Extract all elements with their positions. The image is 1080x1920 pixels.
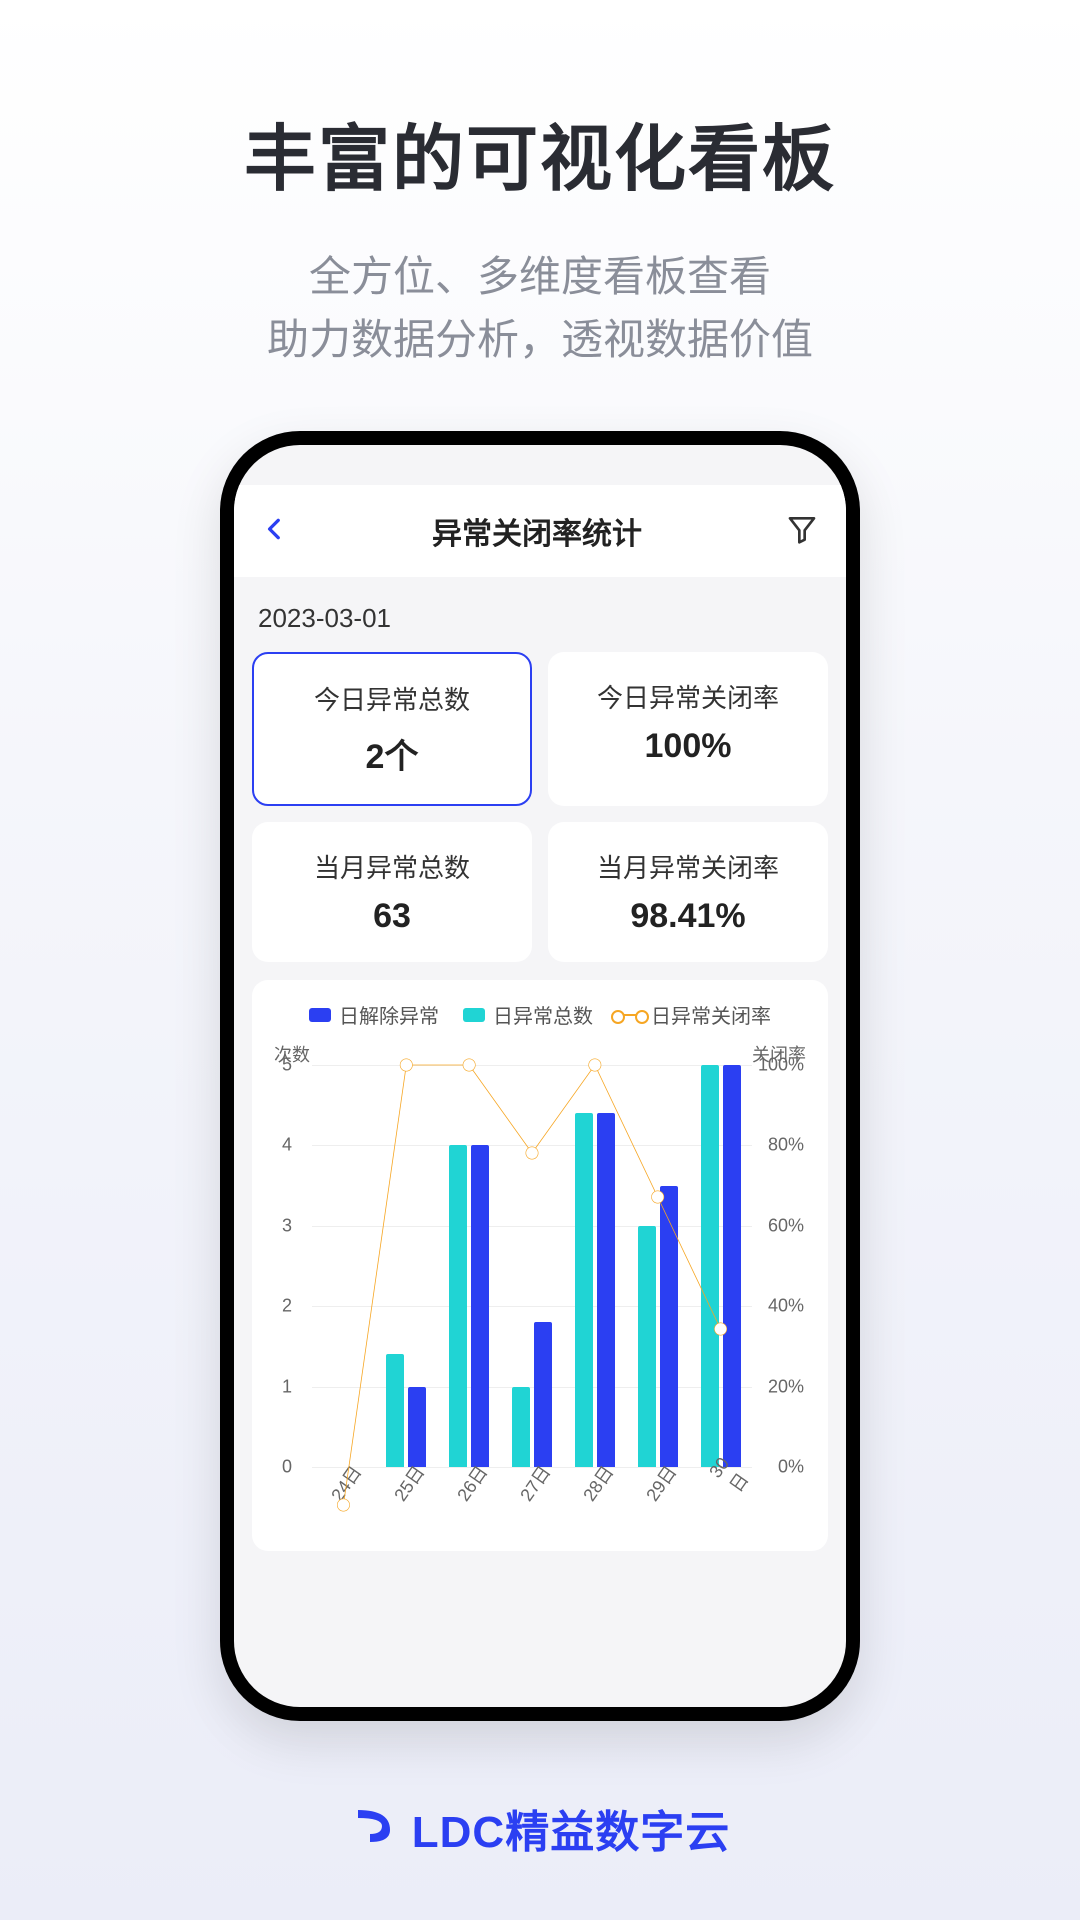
stat-card-label: 当月异常总数 <box>314 848 470 885</box>
legend-label-3: 日异常关闭率 <box>651 1000 771 1029</box>
line-series <box>312 1065 752 1505</box>
phone-frame: 异常关闭率统计 2023-03-01 今日异常总数2个今日异常关闭率100%当月… <box>220 431 860 1721</box>
phone-screen: 异常关闭率统计 2023-03-01 今日异常总数2个今日异常关闭率100%当月… <box>234 445 846 1707</box>
y-tick-left: 4 <box>282 1135 292 1156</box>
stat-card-value: 100% <box>645 727 732 766</box>
stat-card-2[interactable]: 当月异常总数 63 <box>252 822 532 962</box>
brand-name: LDC精益数字云 <box>412 1796 730 1860</box>
hero-sub-line1: 全方位、多维度看板查看 <box>267 245 813 308</box>
brand-logo-icon <box>350 1802 398 1855</box>
page-title: 异常关闭率统计 <box>432 509 642 553</box>
footer-brand: LDC精益数字云 <box>350 1796 730 1860</box>
y-tick-left: 0 <box>282 1457 292 1478</box>
back-icon[interactable] <box>262 516 288 547</box>
stat-card-0[interactable]: 今日异常总数 2个 <box>252 652 532 806</box>
y-tick-right: 20% <box>768 1376 804 1397</box>
y-tick-right: 100% <box>758 1055 804 1076</box>
hero-title: 丰富的可视化看板 <box>244 100 836 205</box>
y-tick-left: 2 <box>282 1296 292 1317</box>
date-label: 2023-03-01 <box>252 595 828 634</box>
y-tick-left: 3 <box>282 1215 292 1236</box>
filter-icon[interactable] <box>786 513 818 550</box>
stat-card-label: 今日异常关闭率 <box>597 678 779 715</box>
legend-item-2: 日异常总数 <box>463 1000 593 1029</box>
stat-card-value: 2个 <box>366 729 419 778</box>
y-tick-right: 40% <box>768 1296 804 1317</box>
hero-subtitle: 全方位、多维度看板查看 助力数据分析，透视数据价值 <box>267 245 813 371</box>
stat-card-label: 当月异常关闭率 <box>597 848 779 885</box>
y-tick-left: 5 <box>282 1055 292 1076</box>
legend-swatch-2 <box>463 1008 485 1022</box>
y-tick-right: 0% <box>778 1457 804 1478</box>
y-tick-right: 60% <box>768 1215 804 1236</box>
y-tick-right: 80% <box>768 1135 804 1156</box>
legend-line-icon <box>617 1014 643 1016</box>
chart-area: 次数 关闭率 0123450%20%40%60%80%100%24日25日26日… <box>274 1047 806 1527</box>
hero-sub-line2: 助力数据分析，透视数据价值 <box>267 308 813 371</box>
stat-card-value: 63 <box>373 897 411 936</box>
content-area: 2023-03-01 今日异常总数2个今日异常关闭率100%当月异常总数63当月… <box>234 577 846 1569</box>
stat-card-label: 今日异常总数 <box>314 680 470 717</box>
legend-item-1: 日解除异常 <box>309 1000 439 1029</box>
stat-card-3[interactable]: 当月异常关闭率 98.41% <box>548 822 828 962</box>
chart-plot: 0123450%20%40%60%80%100%24日25日26日27日28日2… <box>312 1065 752 1467</box>
stat-cards: 今日异常总数 2个 今日异常关闭率 100% 当月异常总数 63 当月异常关闭率 98.41% <box>252 652 828 962</box>
legend-swatch-1 <box>309 1008 331 1022</box>
y-tick-left: 1 <box>282 1376 292 1397</box>
legend-label-1: 日解除异常 <box>339 1000 439 1029</box>
legend-label-2: 日异常总数 <box>493 1000 593 1029</box>
navbar: 异常关闭率统计 <box>234 485 846 577</box>
chart-card: 日解除异常 日异常总数 日异常关闭率 次数 关闭率 0123450%20%40%… <box>252 980 828 1551</box>
stat-card-1[interactable]: 今日异常关闭率 100% <box>548 652 828 806</box>
chart-legend: 日解除异常 日异常总数 日异常关闭率 <box>266 1000 814 1029</box>
stat-card-value: 98.41% <box>630 897 745 936</box>
legend-item-3: 日异常关闭率 <box>617 1000 771 1029</box>
